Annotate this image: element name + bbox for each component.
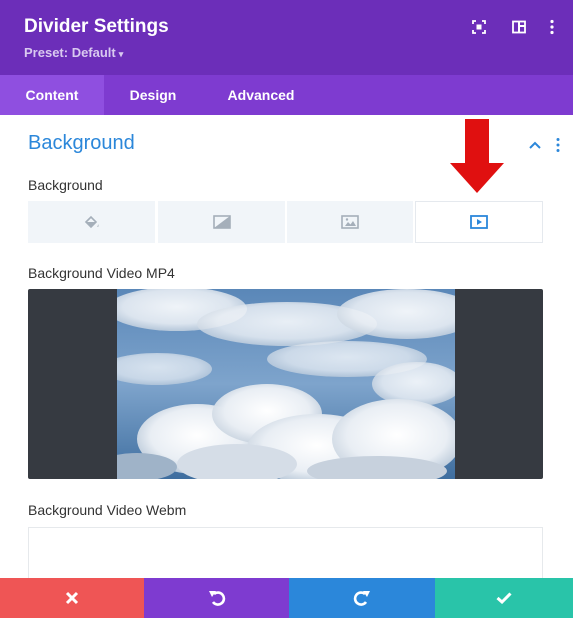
more-vertical-icon[interactable] xyxy=(544,19,560,35)
red-arrow-indicator xyxy=(450,119,504,193)
redo-button[interactable] xyxy=(289,578,435,618)
discard-button[interactable] xyxy=(0,578,144,618)
video-icon xyxy=(470,215,488,229)
tab-advanced[interactable]: Advanced xyxy=(202,75,320,115)
undo-button[interactable] xyxy=(144,578,289,618)
video-webm-label: Background Video Webm xyxy=(28,502,187,518)
background-label: Background xyxy=(28,177,103,193)
panel-header: Divider Settings Preset: Default ▾ xyxy=(0,0,573,75)
settings-panel: Divider Settings Preset: Default ▾ Conten… xyxy=(0,0,573,618)
bg-type-gradient[interactable] xyxy=(158,201,285,243)
close-icon xyxy=(65,591,79,605)
bg-type-video[interactable] xyxy=(415,201,543,243)
action-bar xyxy=(0,578,573,618)
caret-down-icon: ▾ xyxy=(118,49,124,59)
section-title[interactable]: Background xyxy=(28,132,135,155)
paint-bucket-icon xyxy=(84,215,99,229)
panel-title: Divider Settings xyxy=(24,16,169,37)
image-icon xyxy=(341,215,359,229)
gradient-icon xyxy=(212,215,231,229)
split-view-icon[interactable] xyxy=(511,19,527,35)
bg-type-image[interactable] xyxy=(287,201,413,243)
tab-bar: Content Design Advanced xyxy=(0,75,573,115)
chevron-up-icon[interactable] xyxy=(529,141,541,149)
more-vertical-icon[interactable] xyxy=(556,138,560,152)
preset-label: Preset: Default xyxy=(24,45,116,60)
check-icon xyxy=(496,592,512,604)
video-mp4-label: Background Video MP4 xyxy=(28,265,175,281)
redo-icon xyxy=(353,591,370,606)
tab-content[interactable]: Content xyxy=(0,75,104,115)
save-button[interactable] xyxy=(435,578,573,618)
bg-type-color[interactable] xyxy=(28,201,155,243)
section-toolbar xyxy=(529,138,560,152)
video-thumbnail xyxy=(117,289,455,479)
preset-selector[interactable]: Preset: Default ▾ xyxy=(24,45,123,60)
undo-icon xyxy=(208,591,225,606)
background-type-selector xyxy=(28,201,543,243)
focus-icon[interactable] xyxy=(471,19,487,35)
tab-design[interactable]: Design xyxy=(104,75,202,115)
video-mp4-preview[interactable] xyxy=(28,289,543,479)
